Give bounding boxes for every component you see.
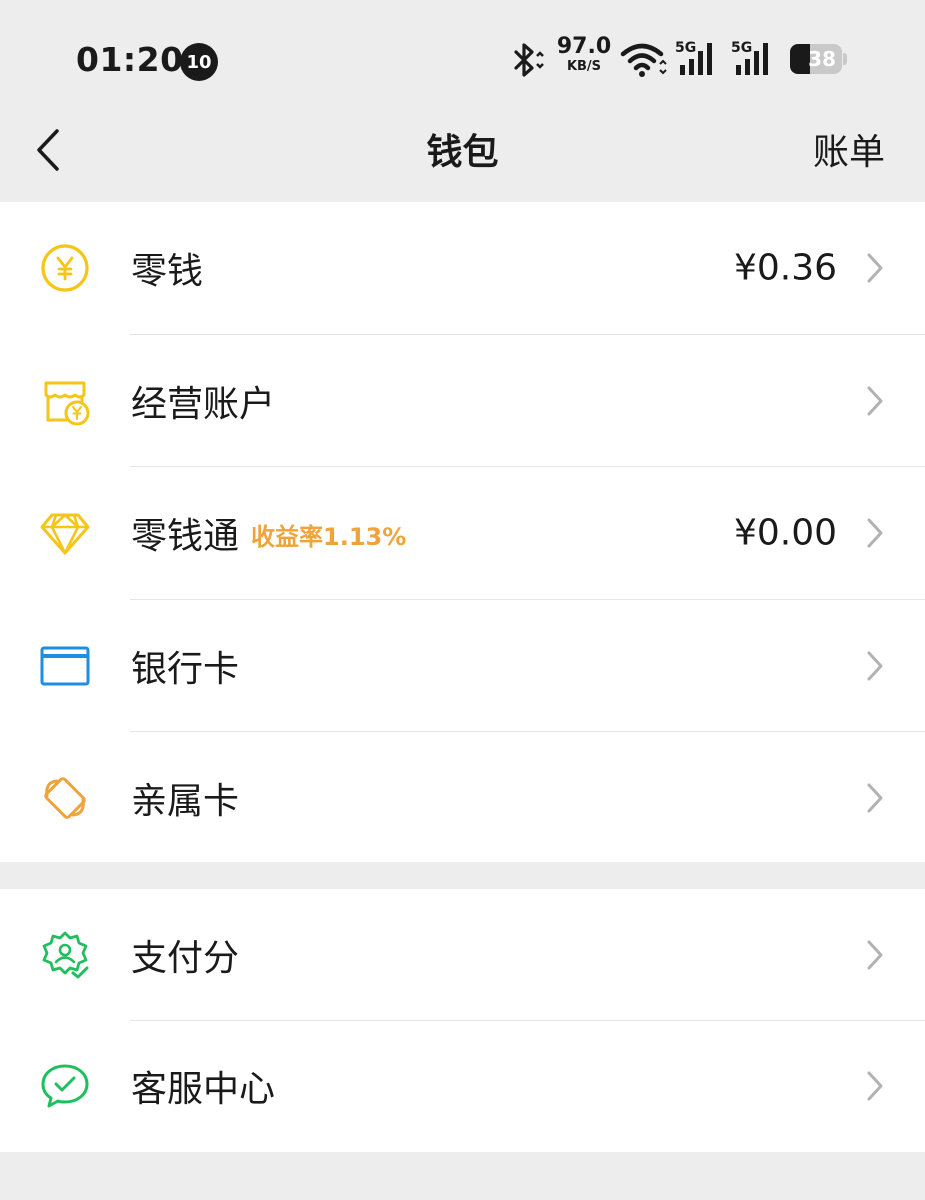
cellular-signal-icon: 5G [675, 40, 712, 75]
chevron-right-icon [867, 783, 883, 813]
list-item-label: 亲属卡 [131, 781, 240, 823]
signal1-label: 5G [675, 40, 696, 56]
bills-button[interactable]: 账单 [813, 123, 885, 175]
wallet-list: 零钱 ¥0.36 经营账户 零钱通 收益率1.13% ¥0.00 银行卡 亲属卡 [0, 202, 925, 862]
cellular-signal-icon-2: 5G [731, 40, 768, 75]
list-item-label: 零钱 [131, 251, 204, 293]
pay-score-icon [38, 928, 92, 982]
services-list: 支付分 客服中心 [0, 889, 925, 1152]
lingqiantong-label: 零钱通 [131, 516, 240, 558]
chevron-right-icon [867, 253, 883, 283]
family-card-icon [38, 771, 92, 825]
signal2-label: 5G [731, 40, 752, 56]
wifi-icon [620, 43, 667, 77]
list-item-lingqiantong[interactable]: 零钱通 收益率1.13% ¥0.00 [0, 467, 925, 600]
chevron-right-icon [867, 651, 883, 681]
battery-level: 38 [808, 47, 836, 71]
balance-amount: ¥0.00 [733, 512, 837, 554]
shop-account-icon [38, 374, 92, 428]
notification-badge: 10 [180, 43, 218, 81]
chevron-right-icon [867, 1071, 883, 1101]
bluetooth-icon [514, 43, 544, 77]
battery-icon: 38 [790, 44, 848, 74]
chevron-right-icon [867, 518, 883, 548]
list-item-label: 经营账户 [131, 383, 276, 425]
clock: 01:20 [76, 40, 184, 79]
list-item-label: 零钱通 收益率1.13% [131, 507, 406, 559]
list-item-bank-card[interactable]: 银行卡 [0, 600, 925, 732]
network-speed-unit: KB/S [566, 59, 602, 74]
list-item-business-account[interactable]: 经营账户 [0, 335, 925, 467]
status-bar: 01:20 10 97.0 KB/S 5G 5G 38 [0, 0, 925, 105]
bank-card-icon [38, 639, 92, 693]
balance-amount: ¥0.36 [733, 247, 837, 289]
page-title: 钱包 [426, 132, 499, 173]
list-item-label: 支付分 [131, 937, 240, 979]
list-item-label: 客服中心 [131, 1069, 276, 1111]
yield-rate-tag: 收益率1.13% [251, 523, 407, 552]
network-speed: 97.0 KB/S [556, 34, 612, 74]
list-item-label: 银行卡 [131, 648, 240, 690]
diamond-icon [38, 506, 92, 560]
customer-service-icon [38, 1059, 92, 1113]
chevron-right-icon [867, 940, 883, 970]
list-item-pay-score[interactable]: 支付分 [0, 889, 925, 1021]
list-item-change[interactable]: 零钱 ¥0.36 [0, 202, 925, 335]
network-speed-value: 97.0 [556, 34, 612, 59]
list-item-family-card[interactable]: 亲属卡 [0, 732, 925, 865]
navigation-bar: 钱包 账单 [0, 105, 925, 202]
chevron-right-icon [867, 386, 883, 416]
list-item-customer-service[interactable]: 客服中心 [0, 1021, 925, 1153]
yuan-coin-icon [38, 241, 92, 295]
